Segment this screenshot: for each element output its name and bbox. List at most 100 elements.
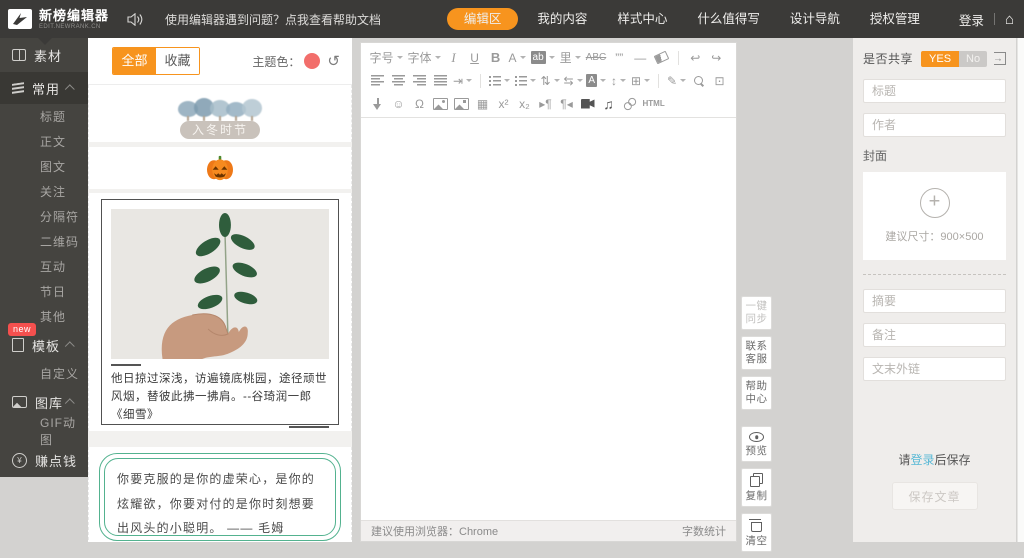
app-subtitle: EDIT.NEWRANK.CN [39, 24, 109, 30]
font-size-select[interactable]: 字号 [370, 49, 403, 67]
html-source-button[interactable]: HTML [643, 95, 665, 113]
author-input[interactable] [863, 113, 1006, 137]
one-key-format-button[interactable] [370, 95, 386, 113]
nav-item[interactable]: 我的内容 [522, 8, 602, 30]
sidebar-item-label: 其他 [40, 308, 66, 325]
sidebar-item[interactable]: 标题 [0, 104, 88, 129]
clear-format-button[interactable] [653, 49, 669, 67]
highlight-color-button[interactable]: ab [531, 49, 555, 67]
template-green-quote[interactable]: 你要克服的是你的虚荣心，是你的炫耀欲，你要对付的是你时刻想要出风头的小聪明。 —… [88, 447, 352, 542]
home-icon[interactable] [995, 11, 1024, 28]
cover-upload-box[interactable]: 建议尺寸：900×500 [863, 172, 1006, 260]
side-button[interactable]: 复制 [741, 468, 772, 507]
align-center-button[interactable] [391, 72, 407, 90]
superscript-button[interactable]: x² [496, 95, 512, 113]
template-photo-quote[interactable]: 他日掠过深浅，访遍镜底桃园，途径顽世风烟，替彼此拂一拂肩。--谷琦润一郎《细雪》 [88, 193, 352, 431]
format-painter-button[interactable]: ✎ [667, 72, 685, 90]
sidebar-item[interactable]: 赚点钱 [0, 443, 88, 477]
nav-item[interactable]: 样式中心 [602, 8, 682, 30]
indent-button[interactable]: ⇥ [454, 72, 472, 90]
insert-table-button[interactable]: ▦ [475, 95, 491, 113]
nav-item[interactable]: 设计导航 [775, 8, 855, 30]
subscript-button[interactable]: x₂ [517, 95, 533, 113]
nav-item[interactable]: 编辑区 [447, 8, 519, 30]
special-char-button[interactable]: Ω [412, 95, 428, 113]
logo[interactable]: 新榜编辑器 EDIT.NEWRANK.CN [8, 9, 109, 30]
side-button[interactable]: 帮助中心 [741, 376, 772, 410]
nav-item[interactable]: 授权管理 [855, 8, 935, 30]
note-input[interactable] [863, 323, 1006, 347]
help-link[interactable]: 使用编辑器遇到问题？点我查看帮助文档 [165, 11, 381, 28]
align-justify-button[interactable] [433, 72, 449, 90]
article-settings-panel: 是否共享 YES No 封面 建议尺寸：900×500 请登录后保存 保存文章 [853, 38, 1016, 542]
sidebar-item[interactable]: 分隔符 [0, 204, 88, 229]
template-winter-trees[interactable]: 入冬时节 [88, 85, 352, 142]
insert-image-button[interactable] [433, 95, 449, 113]
footer-link-input[interactable] [863, 357, 1006, 381]
blockquote-button[interactable]: ”” [611, 49, 627, 67]
sidebar-item[interactable]: 关注 [0, 179, 88, 204]
italic-button[interactable]: I [446, 49, 462, 67]
tab-all[interactable]: 全部 [113, 48, 156, 74]
text-background-button[interactable]: 里 [560, 49, 581, 67]
insert-video-button[interactable] [580, 95, 596, 113]
page-scrollbar[interactable] [1017, 38, 1024, 542]
collapse-panel-icon[interactable] [994, 52, 1006, 65]
side-button[interactable]: 预览 [741, 426, 772, 462]
title-input[interactable] [863, 79, 1006, 103]
summary-input[interactable] [863, 289, 1006, 313]
copy-icon [750, 476, 760, 487]
sidebar-item[interactable]: 互动 [0, 254, 88, 279]
paragraph-spacing-button[interactable]: ↕ [611, 72, 627, 90]
sidebar-item[interactable]: 模板new [0, 329, 88, 361]
side-button[interactable]: 联系客服 [741, 336, 772, 370]
line-height-button[interactable]: ⇅ [541, 72, 559, 90]
sidebar-item[interactable]: 常用 [0, 72, 88, 104]
side-button[interactable]: 一键同步 [741, 296, 772, 330]
sidebar-item[interactable]: 节日 [0, 279, 88, 304]
text-image-button[interactable]: A [587, 72, 606, 90]
editor-canvas[interactable] [361, 118, 736, 520]
unordered-list-button[interactable] [515, 72, 536, 90]
sidebar-item[interactable]: 正文 [0, 129, 88, 154]
search-replace-button[interactable] [690, 72, 706, 90]
tab-favorites[interactable]: 收藏 [156, 48, 199, 74]
save-article-button[interactable]: 保存文章 [892, 482, 978, 510]
margin-button[interactable]: ⊞ [632, 72, 650, 90]
sidebar-item[interactable]: 自定义 [0, 361, 88, 386]
ordered-list-button[interactable] [489, 72, 510, 90]
word-count-button[interactable]: 字数统计 [682, 523, 726, 539]
sidebar-item[interactable]: 图文 [0, 154, 88, 179]
sidebar-item[interactable]: GIF动图 [0, 418, 88, 443]
align-left-button[interactable] [370, 72, 386, 90]
nav-item[interactable]: 什么值得写 [682, 8, 775, 30]
insert-link-button[interactable] [622, 95, 638, 113]
horizontal-rule-button[interactable]: — [632, 49, 648, 67]
ltr-paragraph-button[interactable]: ▸¶ [538, 95, 554, 113]
align-right-button[interactable] [412, 72, 428, 90]
font-color-button[interactable]: A [509, 49, 526, 67]
underline-button[interactable]: U [467, 49, 483, 67]
edit-image-button[interactable] [454, 95, 470, 113]
theme-color-dot[interactable] [304, 53, 320, 69]
letter-spacing-button[interactable]: ⇆ [564, 72, 582, 90]
rtl-paragraph-button[interactable]: ¶◂ [559, 95, 575, 113]
reset-icon[interactable] [327, 52, 340, 70]
strikethrough-button[interactable]: ABC [586, 49, 607, 67]
insert-music-button[interactable]: ♫ [601, 95, 617, 113]
side-button[interactable]: 清空 [741, 513, 772, 552]
redo-button[interactable]: ↪ [708, 49, 724, 67]
font-family-select[interactable]: 字体 [408, 49, 441, 67]
login-button[interactable]: 登录 [949, 10, 994, 29]
template-pumpkin[interactable] [88, 147, 352, 189]
sidebar-item[interactable]: 二维码 [0, 229, 88, 254]
share-yes-button[interactable]: YES [921, 51, 959, 67]
share-no-button[interactable]: No [959, 51, 987, 67]
insert-panel-button[interactable]: ⊡ [711, 72, 727, 90]
bold-button[interactable]: B [488, 49, 504, 67]
text-image-button-glyph: A [586, 74, 597, 87]
login-link[interactable]: 登录 [910, 453, 934, 467]
emoji-button[interactable]: ☺ [391, 95, 407, 113]
undo-button[interactable]: ↩ [687, 49, 703, 67]
toolbar-separator [658, 74, 659, 88]
